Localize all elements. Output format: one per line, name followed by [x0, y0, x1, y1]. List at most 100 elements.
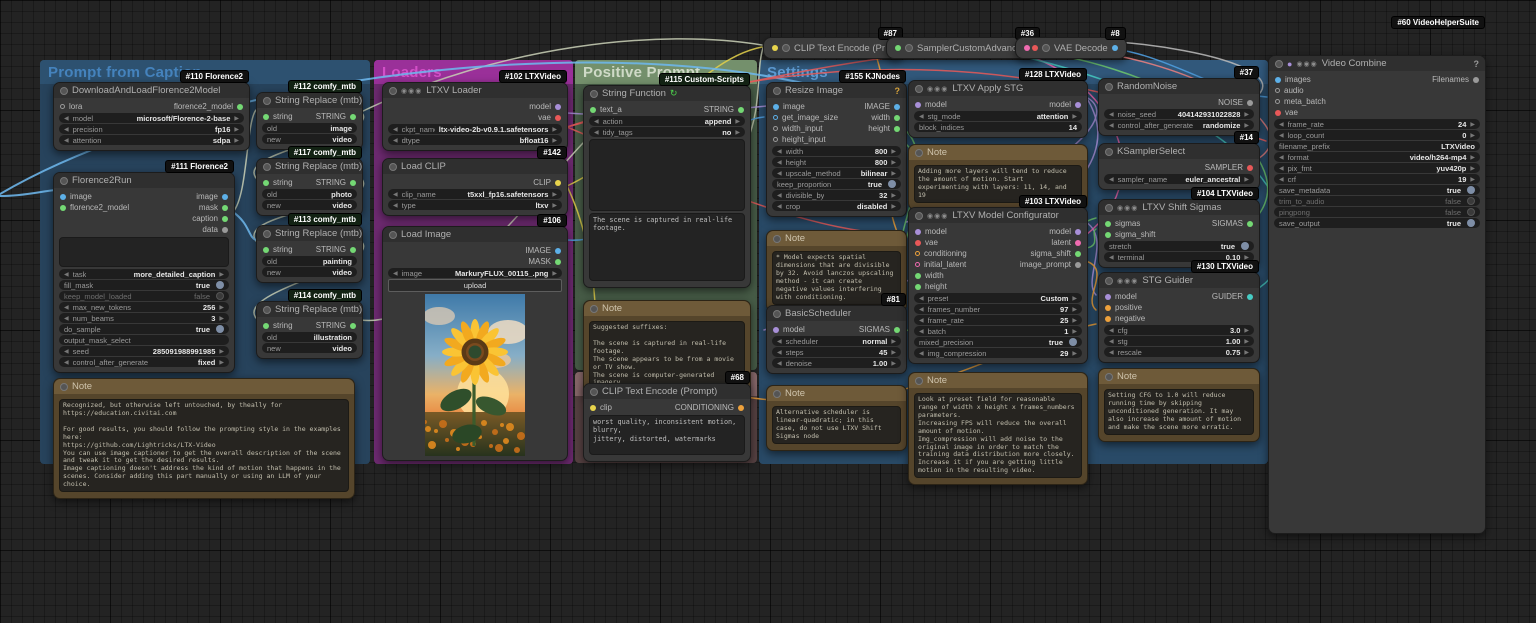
input-port-width[interactable]: width: [915, 271, 944, 280]
decrement-arrow-icon[interactable]: ◀: [919, 113, 924, 120]
output-port-CONDITIONING[interactable]: CONDITIONING: [675, 403, 744, 412]
collapse-dot-icon[interactable]: [915, 85, 923, 93]
collapse-dot-icon[interactable]: [773, 235, 781, 243]
decrement-arrow-icon[interactable]: ◀: [64, 359, 69, 366]
node-title-bar[interactable]: KSamplerSelect: [1099, 144, 1259, 159]
node-random-noise[interactable]: RandomNoiseNOISE◀noise_seed4041429310228…: [1098, 78, 1260, 136]
output-port-width[interactable]: width: [871, 113, 900, 122]
increment-arrow-icon[interactable]: ▶: [1244, 338, 1249, 345]
input-port-sigmas[interactable]: sigmas: [1105, 219, 1140, 228]
output-dot[interactable]: [222, 227, 228, 233]
increment-arrow-icon[interactable]: ▶: [1244, 122, 1249, 129]
collapse-dot-icon[interactable]: [1105, 148, 1113, 156]
increment-arrow-icon[interactable]: ▶: [219, 348, 224, 355]
node-title-bar[interactable]: String Replace (mtb)?: [257, 159, 362, 174]
node-string-replace-2[interactable]: String Replace (mtb)?stringSTRINGoldphot…: [256, 158, 363, 216]
output-dot[interactable]: [555, 180, 561, 186]
increment-arrow-icon[interactable]: ▶: [552, 270, 557, 277]
input-dot[interactable]: [773, 327, 779, 333]
output-dot[interactable]: [894, 327, 900, 333]
output-dot[interactable]: [1247, 221, 1253, 227]
decrement-arrow-icon[interactable]: ◀: [1109, 349, 1114, 356]
collapse-dot-icon[interactable]: [773, 390, 781, 398]
increment-arrow-icon[interactable]: ▶: [1244, 327, 1249, 334]
download-florence2-attention-widget[interactable]: ◀attentionsdpa▶: [59, 135, 244, 145]
decrement-arrow-icon[interactable]: ◀: [919, 328, 924, 335]
string-function-text-area[interactable]: The scene is captured in real-life foota…: [589, 213, 745, 281]
input-dots[interactable]: [1024, 45, 1038, 51]
collapse-dot-icon[interactable]: [263, 97, 271, 105]
output-dot[interactable]: [1075, 229, 1081, 235]
decrement-arrow-icon[interactable]: ◀: [393, 191, 398, 198]
toggle-on-icon[interactable]: [1069, 338, 1077, 346]
node-title-bar[interactable]: Note: [767, 386, 906, 401]
ltxv-model-configurator-img_compression-widget[interactable]: ◀img_compression29▶: [914, 348, 1082, 358]
collapse-dot-icon[interactable]: [782, 44, 790, 52]
resize-image-width-widget[interactable]: ◀width800▶: [772, 146, 901, 156]
collapse-dot-icon[interactable]: [590, 388, 598, 396]
output-dot[interactable]: [1247, 294, 1253, 300]
ltxv-model-configurator-mixed_precision-widget[interactable]: mixed_precisiontrue: [914, 337, 1082, 347]
node-string-replace-3[interactable]: String Replace (mtb)?stringSTRINGoldpain…: [256, 225, 363, 283]
node-vae-decode[interactable]: VAE Decode#8: [1015, 37, 1127, 59]
output-port-florence2_model[interactable]: florence2_model: [174, 102, 243, 111]
output-dot[interactable]: [222, 205, 228, 211]
output-port-SIGMAS[interactable]: SIGMAS: [859, 325, 900, 334]
output-port-caption[interactable]: caption: [192, 214, 228, 223]
decrement-arrow-icon[interactable]: ◀: [1109, 122, 1114, 129]
video-combine-save_metadata-widget[interactable]: save_metadatatrue: [1274, 185, 1480, 195]
increment-arrow-icon[interactable]: ▶: [891, 349, 896, 356]
node-load-image[interactable]: Load ImageIMAGEMASK◀imageMarkuryFLUX_001…: [382, 226, 568, 461]
port-dot[interactable]: [1032, 45, 1038, 51]
output-port-image[interactable]: image: [196, 192, 228, 201]
increment-arrow-icon[interactable]: ▶: [1072, 350, 1077, 357]
increment-arrow-icon[interactable]: ▶: [219, 359, 224, 366]
load-clip-clip_name-widget[interactable]: ◀clip_namet5xxl_fp16.safetensors▶: [388, 189, 562, 199]
node-florence2run[interactable]: Florence2Runimageimageflorence2_modelmas…: [53, 172, 235, 373]
increment-arrow-icon[interactable]: ▶: [219, 271, 224, 278]
input-port-meta_batch[interactable]: meta_batch: [1275, 97, 1326, 106]
collapse-dot-icon[interactable]: [590, 305, 598, 313]
input-dot[interactable]: [773, 104, 779, 110]
input-port-conditioning[interactable]: conditioning: [915, 249, 967, 258]
video-combine-save_output-widget[interactable]: save_outputtrue: [1274, 218, 1480, 228]
output-port-STRING[interactable]: STRING: [316, 245, 356, 254]
input-port-florence2_model[interactable]: florence2_model: [60, 203, 129, 212]
collapse-dot-icon[interactable]: [915, 377, 923, 385]
node-title-bar[interactable]: ●◉◉◉Video Combine?: [1269, 56, 1485, 71]
output-port-STRING[interactable]: STRING: [316, 321, 356, 330]
port-dot[interactable]: [1112, 45, 1118, 51]
ksampler-select-sampler_name-widget[interactable]: ◀sampler_nameeuler_ancestral▶: [1104, 174, 1254, 184]
output-port-STRING[interactable]: STRING: [316, 112, 356, 121]
input-port-string[interactable]: string: [263, 112, 293, 121]
decrement-arrow-icon[interactable]: ◀: [777, 360, 782, 367]
collapse-dot-icon[interactable]: [915, 149, 923, 157]
input-dot[interactable]: [1105, 316, 1111, 322]
node-video-combine[interactable]: ●◉◉◉Video Combine?imagesFilenamesaudiome…: [1268, 55, 1486, 534]
output-dot[interactable]: [1075, 262, 1081, 268]
node-ltxv-shift-sigmas[interactable]: ◉◉◉LTXV Shift SigmassigmasSIGMASsigma_sh…: [1098, 199, 1260, 268]
ltxv-apply-stg-stg_mode-widget[interactable]: ◀stg_modeattention▶: [914, 111, 1082, 121]
load-image-image-widget[interactable]: ◀imageMarkuryFLUX_00115_.png▶: [388, 268, 562, 278]
output-dot[interactable]: [222, 194, 228, 200]
increment-arrow-icon[interactable]: ▶: [735, 118, 740, 125]
decrement-arrow-icon[interactable]: ◀: [594, 118, 599, 125]
input-dot[interactable]: [1275, 77, 1281, 83]
input-port-audio[interactable]: audio: [1275, 86, 1304, 95]
increment-arrow-icon[interactable]: ▶: [1072, 317, 1077, 324]
node-note-scheduler[interactable]: NoteAlternative scheduler is linear-quad…: [766, 385, 907, 451]
collapse-dot-icon[interactable]: [1105, 204, 1113, 212]
decrement-arrow-icon[interactable]: ◀: [393, 202, 398, 209]
increment-arrow-icon[interactable]: ▶: [234, 126, 239, 133]
output-port-image_prompt[interactable]: image_prompt: [1020, 260, 1081, 269]
string-function-text-area[interactable]: [589, 139, 745, 211]
port-dot[interactable]: [772, 45, 778, 51]
string-replace-2-old-widget[interactable]: oldphoto: [262, 189, 357, 199]
node-basic-scheduler[interactable]: BasicSchedulermodelSIGMAS◀schedulernorma…: [766, 305, 907, 374]
increment-arrow-icon[interactable]: ▶: [735, 129, 740, 136]
input-dot[interactable]: [1275, 110, 1281, 116]
input-dot[interactable]: [773, 126, 778, 131]
decrement-arrow-icon[interactable]: ◀: [1279, 176, 1284, 183]
increment-arrow-icon[interactable]: ▶: [1072, 306, 1077, 313]
node-note-guider[interactable]: NoteSetting CFG to 1.0 will reduce runni…: [1098, 368, 1260, 442]
